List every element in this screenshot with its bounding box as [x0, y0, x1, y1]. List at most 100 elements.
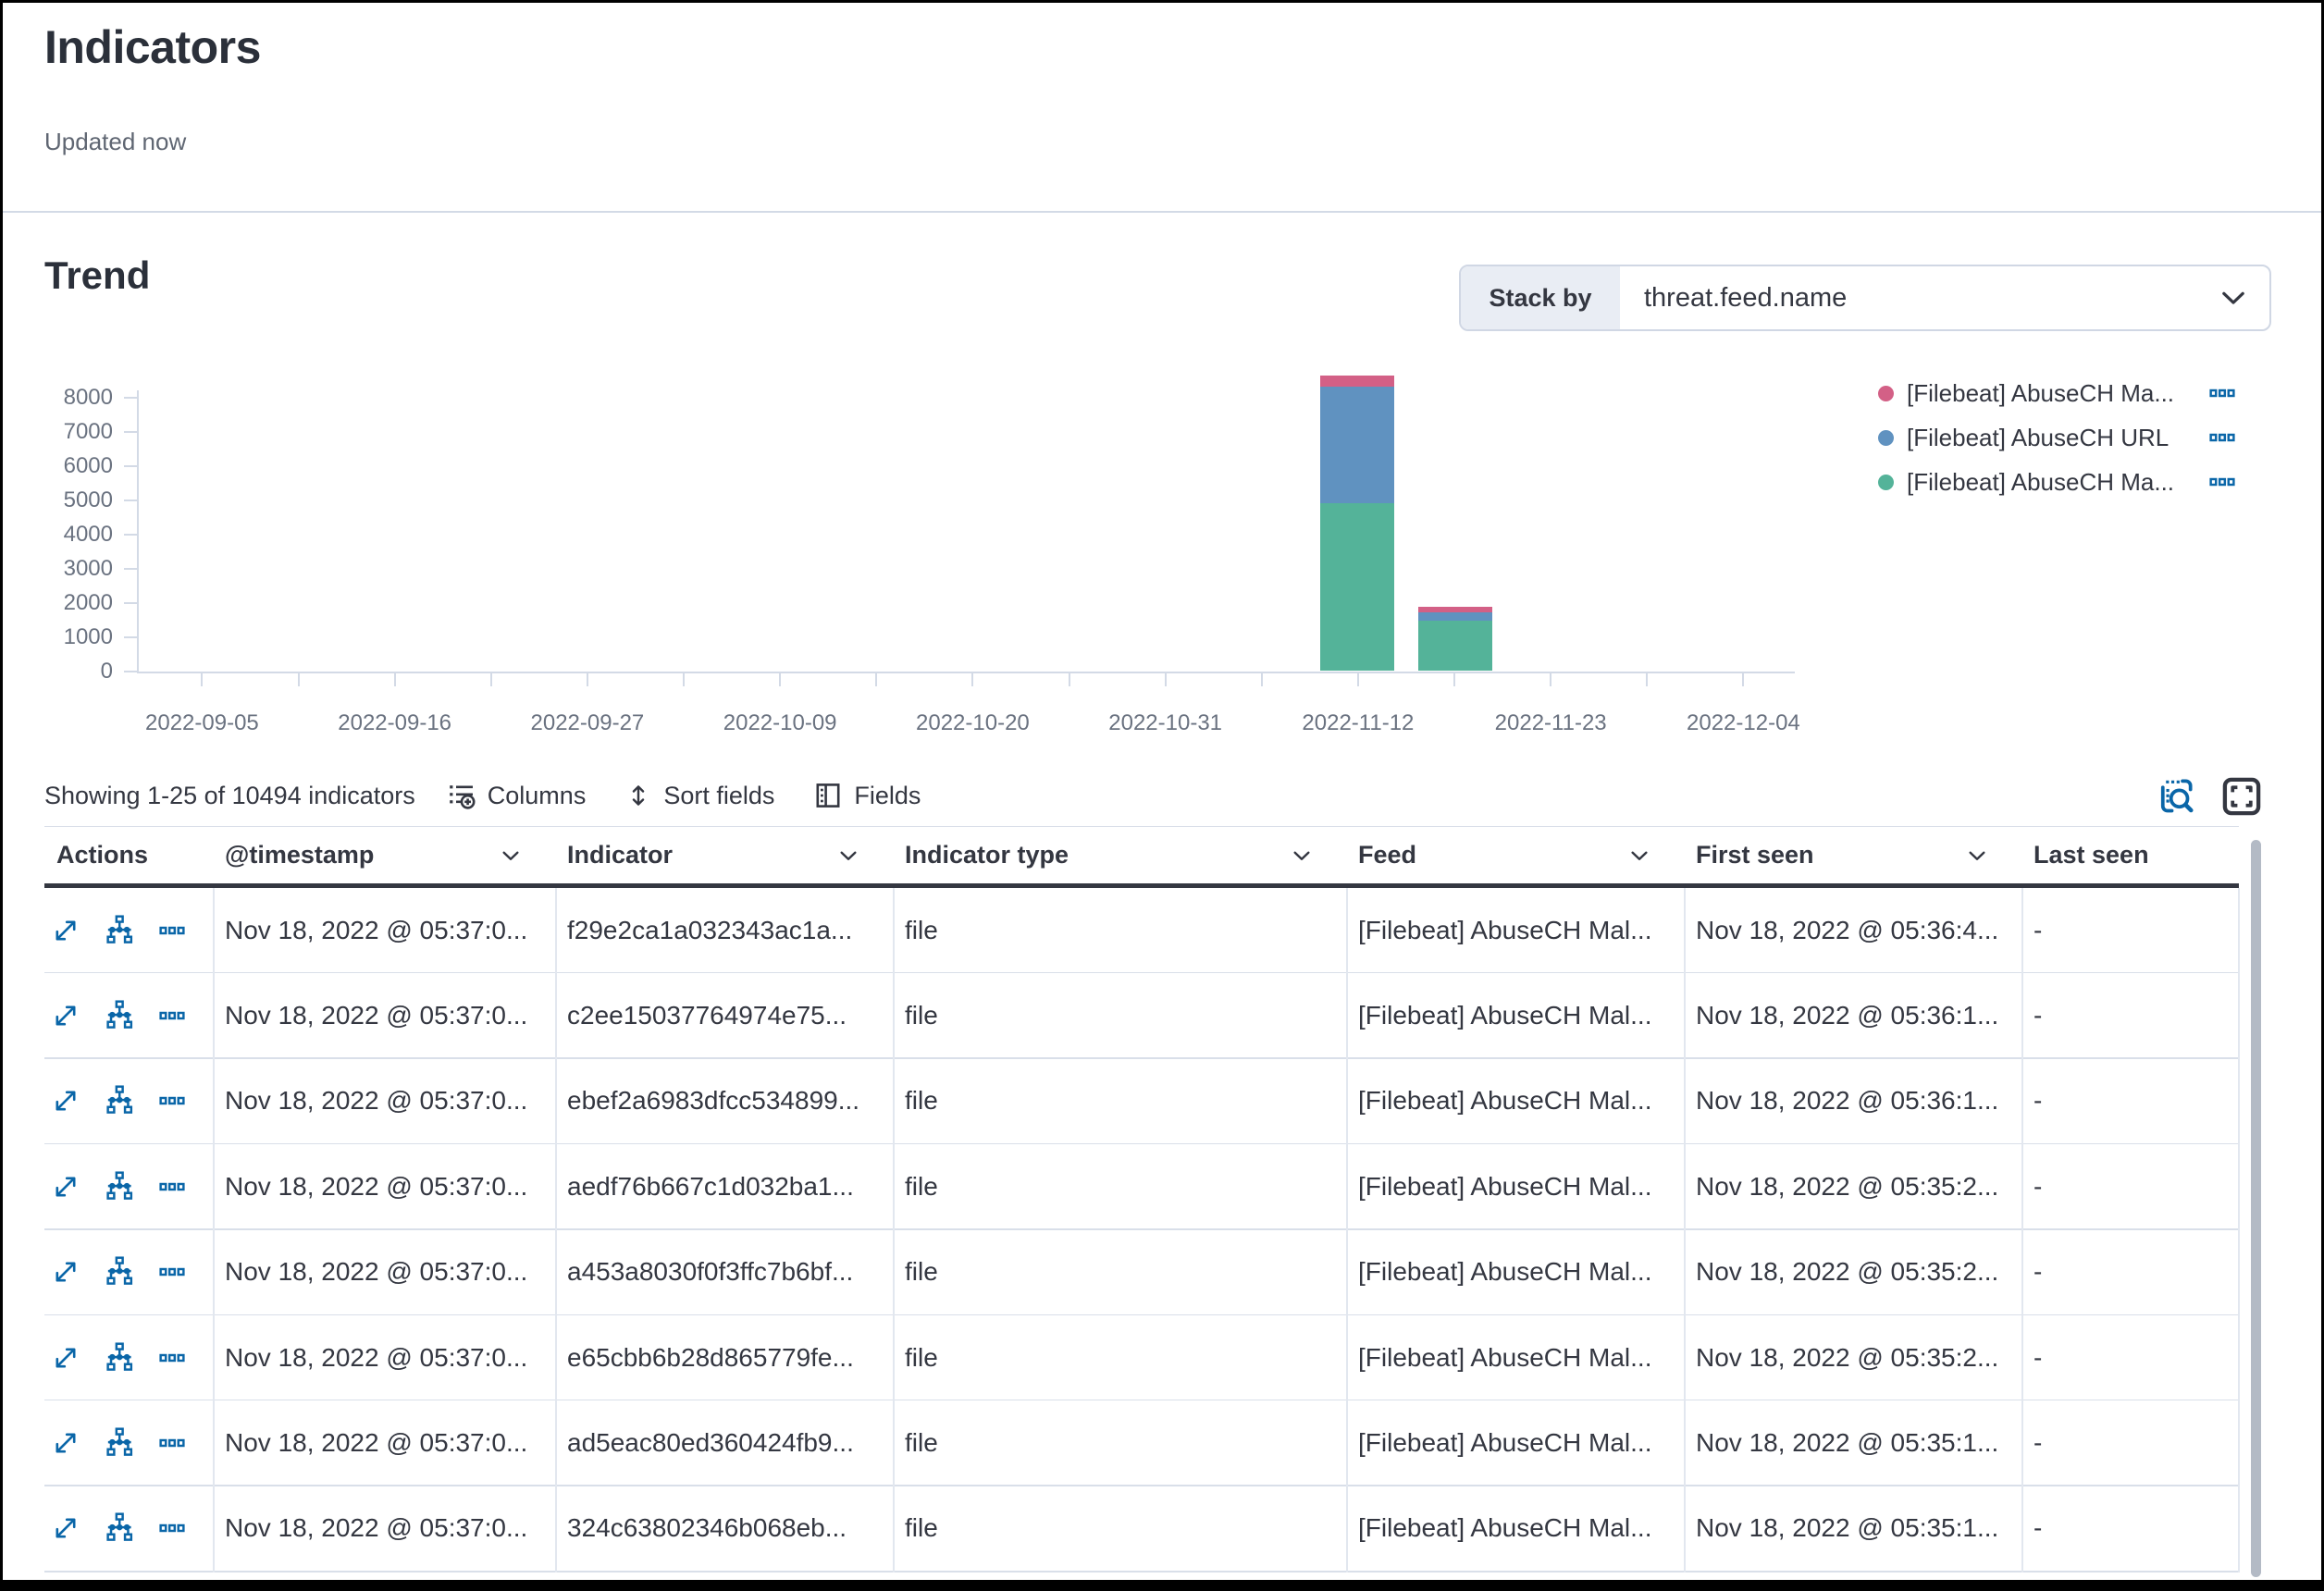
cell-indicator-type[interactable]: file — [905, 1400, 1335, 1485]
legend-item[interactable]: [Filebeat] AbuseCH Ma... — [1878, 371, 2236, 415]
chevron-down-icon[interactable] — [1290, 844, 1314, 868]
chevron-down-icon[interactable] — [1627, 844, 1651, 868]
investigate-in-timeline-icon[interactable] — [103, 1426, 136, 1460]
cell-indicator[interactable]: ebef2a6983dfcc534899... — [567, 1059, 882, 1143]
cell-indicator[interactable]: e65cbb6b28d865779fe... — [567, 1315, 882, 1400]
chevron-down-icon[interactable] — [499, 844, 523, 868]
legend-item-label[interactable]: [Filebeat] AbuseCH Ma... — [1907, 468, 2201, 497]
bar-segment[interactable] — [1320, 387, 1394, 503]
cell-timestamp[interactable]: Nov 18, 2022 @ 05:37:0... — [225, 1400, 544, 1485]
cell-indicator-type[interactable]: file — [905, 1486, 1335, 1571]
investigate-in-timeline-icon[interactable] — [103, 1170, 136, 1203]
chevron-down-icon[interactable] — [836, 844, 860, 868]
cell-feed[interactable]: [Filebeat] AbuseCH Mal... — [1358, 888, 1673, 972]
cell-indicator[interactable]: f29e2ca1a032343ac1a... — [567, 888, 882, 972]
cell-timestamp[interactable]: Nov 18, 2022 @ 05:37:0... — [225, 973, 544, 1057]
open-details-icon[interactable] — [51, 1172, 80, 1202]
cell-indicator-type[interactable]: file — [905, 1230, 1335, 1314]
cell-feed[interactable]: [Filebeat] AbuseCH Mal... — [1358, 973, 1673, 1057]
cell-last-seen[interactable]: - — [2034, 1230, 2228, 1314]
cell-indicator[interactable]: ad5eac80ed360424fb9... — [567, 1400, 882, 1485]
cell-timestamp[interactable]: Nov 18, 2022 @ 05:37:0... — [225, 1144, 544, 1228]
cell-first-seen[interactable]: Nov 18, 2022 @ 05:35:2... — [1696, 1230, 2010, 1314]
more-actions-icon[interactable] — [158, 1002, 186, 1030]
bar-segment[interactable] — [1418, 612, 1492, 621]
cell-last-seen[interactable]: - — [2034, 1059, 2228, 1143]
columns-button[interactable]: Columns — [447, 781, 587, 810]
open-details-icon[interactable] — [51, 1513, 80, 1543]
sort-fields-button[interactable]: Sort fields — [624, 782, 774, 810]
cell-first-seen[interactable]: Nov 18, 2022 @ 05:35:2... — [1696, 1144, 2010, 1228]
cell-first-seen[interactable]: Nov 18, 2022 @ 05:36:1... — [1696, 1059, 2010, 1143]
cell-feed[interactable]: [Filebeat] AbuseCH Mal... — [1358, 1400, 1673, 1485]
cell-feed[interactable]: [Filebeat] AbuseCH Mal... — [1358, 1315, 1673, 1400]
legend-item[interactable]: [Filebeat] AbuseCH Ma... — [1878, 460, 2236, 504]
cell-indicator[interactable]: c2ee15037764974e75... — [567, 973, 882, 1057]
bar-segment[interactable] — [1320, 376, 1394, 387]
cell-indicator-type[interactable]: file — [905, 1315, 1335, 1400]
open-details-icon[interactable] — [51, 1428, 80, 1458]
investigate-in-timeline-icon[interactable] — [103, 1255, 136, 1289]
more-actions-icon[interactable] — [158, 1087, 186, 1115]
investigate-in-timeline-icon[interactable] — [103, 914, 136, 947]
legend-actions-icon[interactable] — [2208, 379, 2236, 407]
cell-feed[interactable]: [Filebeat] AbuseCH Mal... — [1358, 1059, 1673, 1143]
cell-last-seen[interactable]: - — [2034, 888, 2228, 972]
bar-segment[interactable] — [1418, 621, 1492, 671]
cell-timestamp[interactable]: Nov 18, 2022 @ 05:37:0... — [225, 1486, 544, 1571]
more-actions-icon[interactable] — [158, 917, 186, 944]
investigate-in-timeline-icon[interactable] — [103, 1341, 136, 1375]
more-actions-icon[interactable] — [158, 1514, 186, 1542]
cell-indicator[interactable]: aedf76b667c1d032ba1... — [567, 1144, 882, 1228]
column-header-timestamp[interactable]: @timestamp — [225, 827, 549, 883]
legend-item-label[interactable]: [Filebeat] AbuseCH URL — [1907, 424, 2201, 452]
cell-indicator[interactable]: 324c63802346b068eb... — [567, 1486, 882, 1571]
cell-timestamp[interactable]: Nov 18, 2022 @ 05:37:0... — [225, 1230, 544, 1314]
cell-indicator-type[interactable]: file — [905, 888, 1335, 972]
cell-last-seen[interactable]: - — [2034, 1315, 2228, 1400]
cell-feed[interactable]: [Filebeat] AbuseCH Mal... — [1358, 1144, 1673, 1228]
more-actions-icon[interactable] — [158, 1344, 186, 1372]
cell-indicator[interactable]: a453a8030f0f3ffc7b6bf... — [567, 1230, 882, 1314]
investigate-in-timeline-icon[interactable] — [103, 1511, 136, 1545]
cell-feed[interactable]: [Filebeat] AbuseCH Mal... — [1358, 1230, 1673, 1314]
column-header-actions[interactable]: Actions — [56, 827, 204, 883]
legend-actions-icon[interactable] — [2208, 424, 2236, 451]
cell-last-seen[interactable]: - — [2034, 973, 2228, 1057]
more-actions-icon[interactable] — [158, 1429, 186, 1457]
more-actions-icon[interactable] — [158, 1173, 186, 1201]
bar-segment[interactable] — [1418, 607, 1492, 612]
column-header-last-seen[interactable]: Last seen — [2034, 827, 2232, 883]
legend-item[interactable]: [Filebeat] AbuseCH URL — [1878, 415, 2236, 460]
cell-last-seen[interactable]: - — [2034, 1400, 2228, 1485]
cell-indicator-type[interactable]: file — [905, 1059, 1335, 1143]
cell-first-seen[interactable]: Nov 18, 2022 @ 05:35:1... — [1696, 1486, 2010, 1571]
column-header-feed[interactable]: Feed — [1358, 827, 1677, 883]
more-actions-icon[interactable] — [158, 1258, 186, 1286]
column-header-indicator-type[interactable]: Indicator type — [905, 827, 1340, 883]
cell-first-seen[interactable]: Nov 18, 2022 @ 05:36:1... — [1696, 973, 2010, 1057]
bar-segment[interactable] — [1320, 503, 1394, 671]
fields-button[interactable]: Fields — [813, 781, 921, 810]
open-details-icon[interactable] — [51, 1086, 80, 1116]
cell-feed[interactable]: [Filebeat] AbuseCH Mal... — [1358, 1486, 1673, 1571]
chevron-down-icon[interactable] — [1965, 844, 1989, 868]
column-header-indicator[interactable]: Indicator — [567, 827, 886, 883]
legend-item-label[interactable]: [Filebeat] AbuseCH Ma... — [1907, 379, 2201, 408]
column-header-first-seen[interactable]: First seen — [1696, 827, 2015, 883]
cell-first-seen[interactable]: Nov 18, 2022 @ 05:36:4... — [1696, 888, 2010, 972]
cell-timestamp[interactable]: Nov 18, 2022 @ 05:37:0... — [225, 1059, 544, 1143]
investigate-in-timeline-icon[interactable] — [103, 1084, 136, 1117]
cell-first-seen[interactable]: Nov 18, 2022 @ 05:35:1... — [1696, 1400, 2010, 1485]
investigate-in-timeline-icon[interactable] — [103, 999, 136, 1032]
cell-timestamp[interactable]: Nov 18, 2022 @ 05:37:0... — [225, 1315, 544, 1400]
open-details-icon[interactable] — [51, 1343, 80, 1373]
legend-actions-icon[interactable] — [2208, 468, 2236, 496]
open-details-icon[interactable] — [51, 916, 80, 945]
open-details-icon[interactable] — [51, 1001, 80, 1030]
cell-last-seen[interactable]: - — [2034, 1486, 2228, 1571]
cell-last-seen[interactable]: - — [2034, 1144, 2228, 1228]
cell-indicator-type[interactable]: file — [905, 973, 1335, 1057]
fullscreen-icon[interactable] — [2220, 775, 2263, 822]
cell-timestamp[interactable]: Nov 18, 2022 @ 05:37:0... — [225, 888, 544, 972]
